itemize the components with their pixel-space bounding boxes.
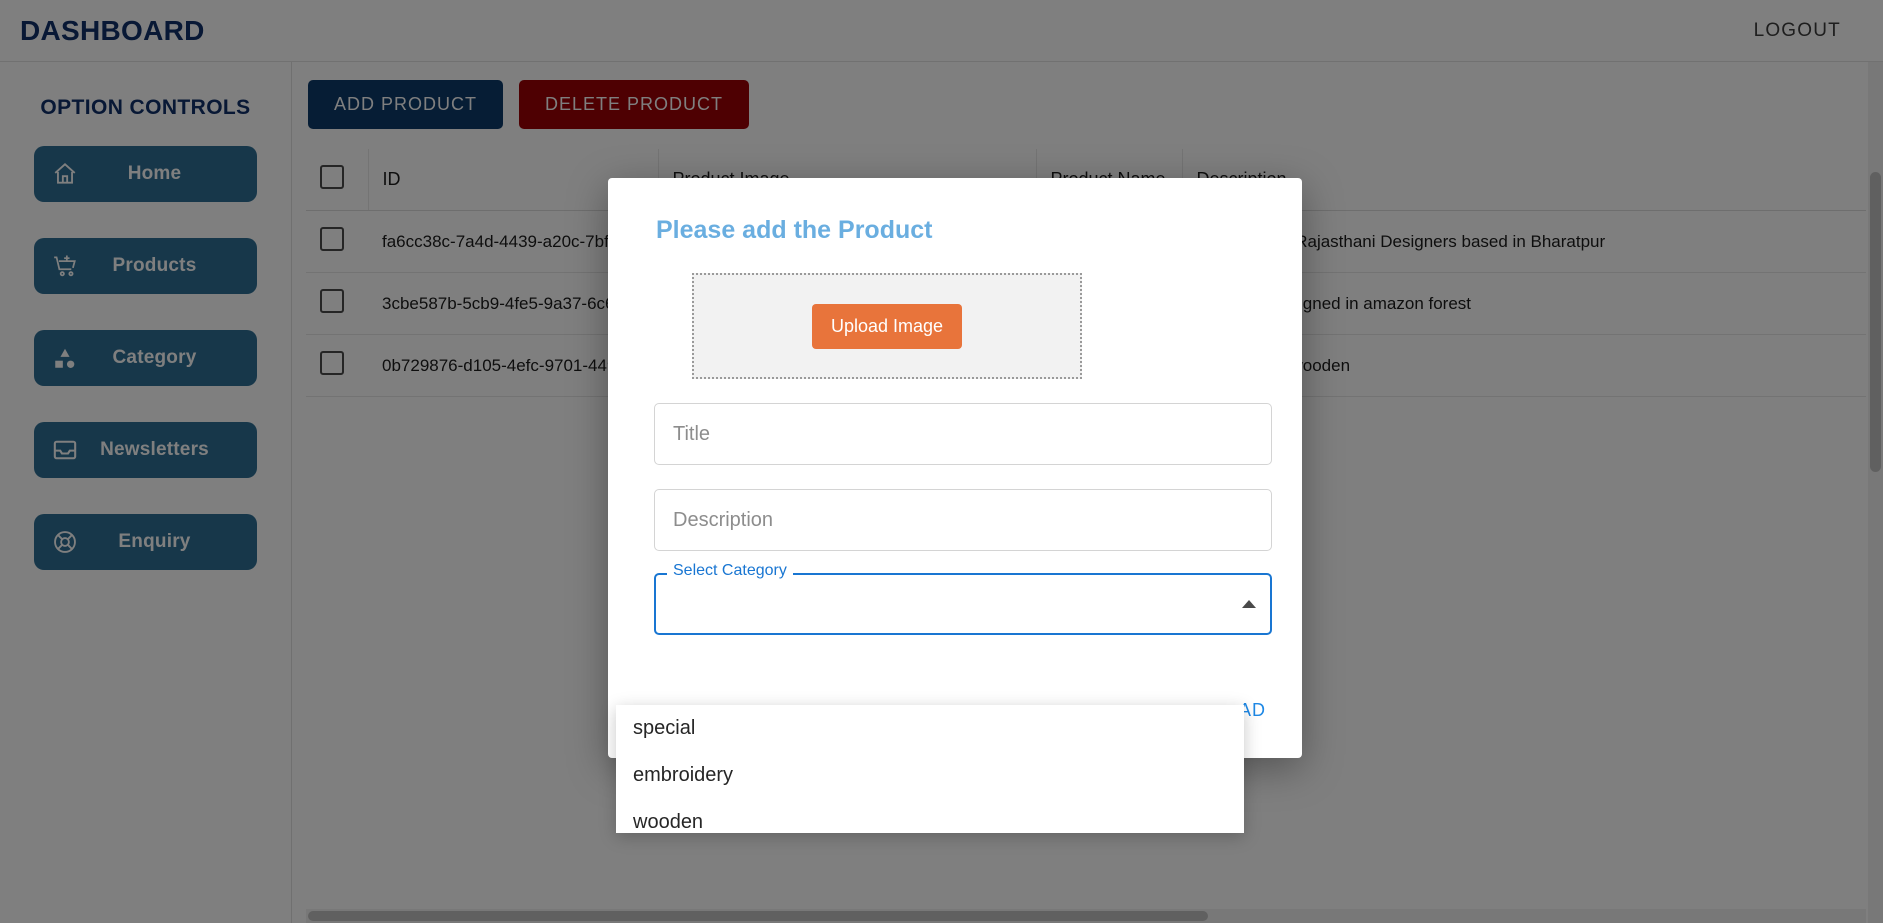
- category-options-menu: special embroidery wooden: [616, 705, 1244, 833]
- description-field[interactable]: Description: [654, 489, 1272, 551]
- menu-item-special[interactable]: special: [616, 705, 1244, 752]
- upload-image-button[interactable]: Upload Image: [811, 303, 963, 349]
- menu-item-embroidery[interactable]: embroidery: [616, 752, 1244, 799]
- category-select-box[interactable]: [654, 573, 1272, 635]
- image-dropzone[interactable]: Upload Image: [692, 273, 1082, 379]
- menu-item-wooden[interactable]: wooden: [616, 799, 1244, 846]
- chevron-up-icon[interactable]: [1242, 600, 1256, 608]
- title-field[interactable]: Title: [654, 403, 1272, 465]
- add-product-dialog: Please add the Product Upload Image Titl…: [608, 178, 1302, 758]
- category-select-label: Select Category: [667, 562, 793, 580]
- dialog-title: Please add the Product: [656, 216, 933, 244]
- category-select[interactable]: Select Category: [654, 562, 1272, 635]
